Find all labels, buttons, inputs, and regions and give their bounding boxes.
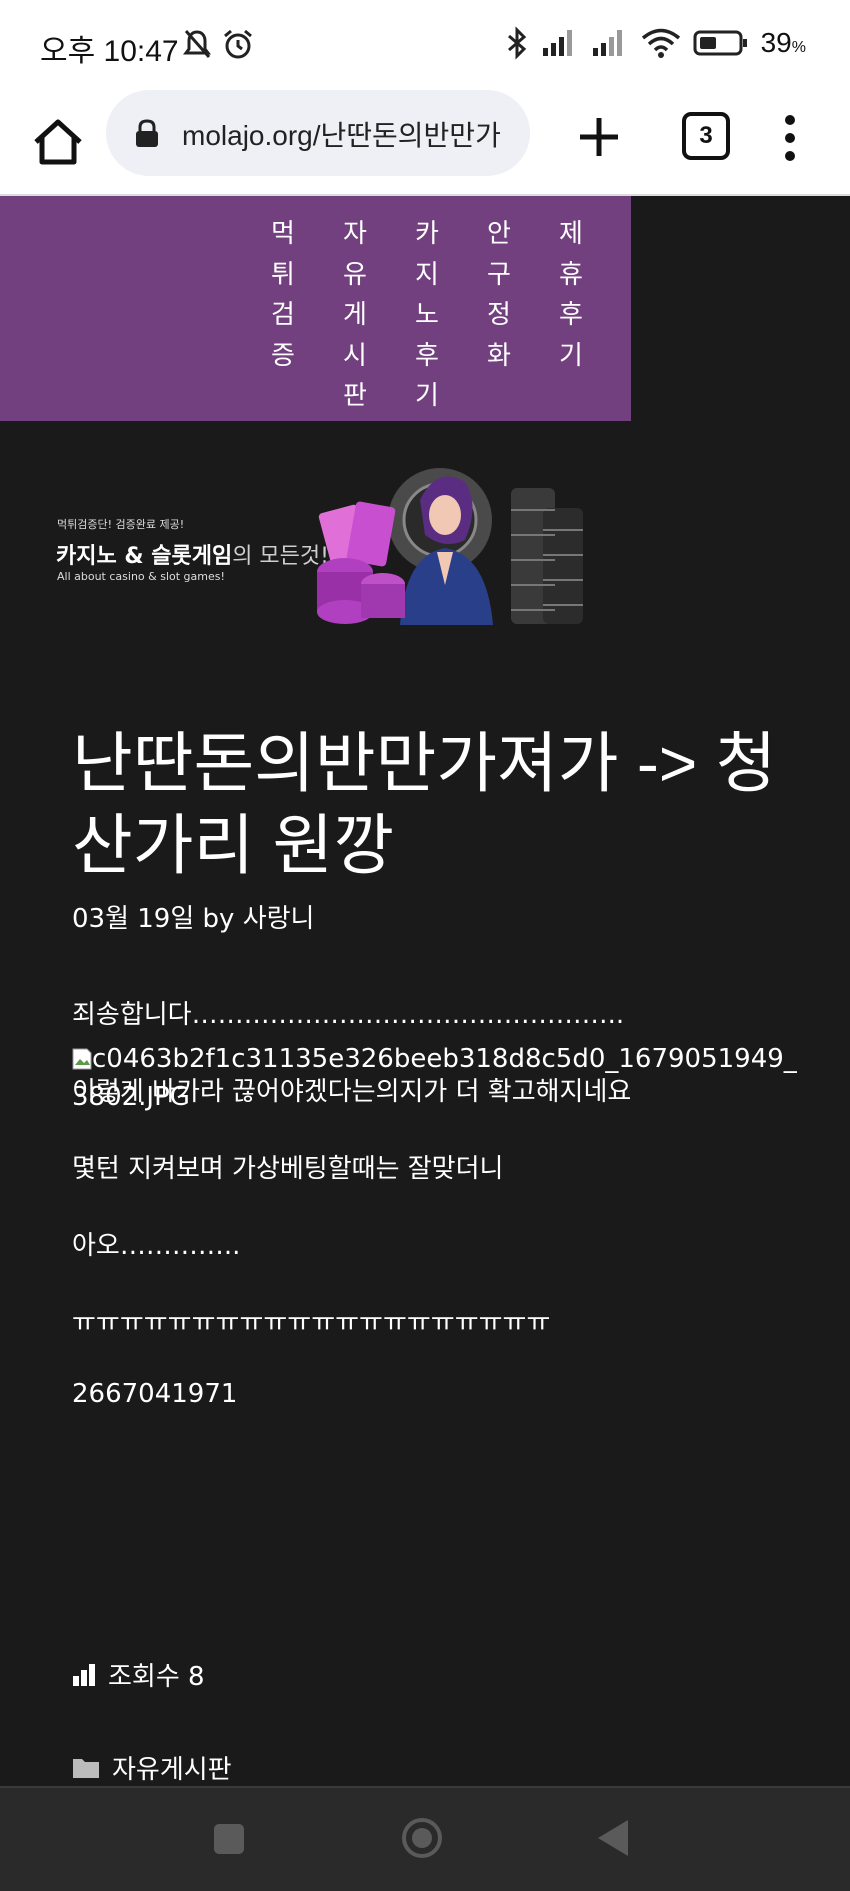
post-article: 난딴돈의반만가져가 -> 청산가리 원깡 03월 19일 by 사랑니 c046… bbox=[0, 676, 850, 1786]
banner-subtitle: All about casino & slot games! bbox=[57, 570, 225, 583]
home-circle-icon[interactable] bbox=[400, 1816, 444, 1860]
nav-item-free-board[interactable]: 자유게시판 bbox=[340, 214, 370, 417]
nav-item-partner-reviews[interactable]: 제휴후기 bbox=[556, 214, 586, 376]
system-navigation-bar bbox=[0, 1786, 850, 1891]
site-nav: 먹튀검증 자유게시판 카지노후기 안구정화 제휴후기 bbox=[0, 196, 631, 421]
status-time: 오후 10:47 bbox=[40, 35, 179, 68]
banner-illustration bbox=[317, 468, 583, 625]
banner-tagline: 먹튀검증단! 검증완료 제공! bbox=[57, 518, 185, 531]
banner-headline: 카지노 & 슬롯게임의 모든것! bbox=[56, 544, 329, 569]
browser-toolbar: molajo.org/난딴돈의반만가 3 bbox=[0, 90, 850, 194]
status-bar: 오후 10:47 39% bbox=[0, 0, 850, 90]
battery-percent: 39% bbox=[760, 27, 806, 58]
url-text[interactable]: molajo.org/난딴돈의반만가 bbox=[182, 114, 522, 154]
wifi-icon bbox=[641, 28, 680, 58]
paragraph: 몇턴 지켜보며 가상베팅할때는 잘맞더니 bbox=[72, 1154, 504, 1184]
nav-item-eye-candy[interactable]: 안구정화 bbox=[484, 214, 514, 376]
folder-icon bbox=[73, 1758, 99, 1778]
recent-apps-icon[interactable] bbox=[212, 1822, 246, 1856]
post-title: 난딴돈의반만가져가 -> 청산가리 원깡 bbox=[72, 726, 777, 882]
home-icon[interactable] bbox=[28, 112, 88, 172]
signal-icon-1 bbox=[542, 30, 572, 56]
mute-notifications-icon bbox=[183, 30, 211, 58]
tab-switcher-button[interactable]: 3 bbox=[682, 112, 730, 160]
nav-item-verification[interactable]: 먹튀검증 bbox=[268, 214, 298, 376]
new-tab-icon[interactable] bbox=[574, 112, 624, 162]
site-banner[interactable]: 먹튀검증단! 검증완료 제공! 카지노 & 슬롯게임의 모든것! All abo… bbox=[50, 460, 610, 630]
address-bar[interactable]: molajo.org/난딴돈의반만가 bbox=[106, 90, 530, 176]
more-menu-icon[interactable] bbox=[780, 110, 800, 166]
lock-icon bbox=[136, 119, 158, 147]
paragraph: 아오………….. bbox=[72, 1231, 241, 1261]
bluetooth-icon bbox=[507, 26, 526, 60]
paragraph: 2667041971 bbox=[72, 1379, 238, 1409]
broken-image-icon bbox=[72, 1048, 92, 1070]
paragraph: 이렇게 바카라 끊어야겠다는의지가 더 확고해지네요 bbox=[72, 1077, 632, 1107]
signal-icon-2 bbox=[592, 30, 622, 56]
view-count: 조회수 8 bbox=[72, 1656, 205, 1693]
battery-icon bbox=[693, 30, 747, 56]
paragraph: ㅠㅠㅠㅠㅠㅠㅠㅠㅠㅠㅠㅠㅠㅠㅠㅠㅠㅠㅠㅠ bbox=[72, 1308, 551, 1338]
alarm-icon bbox=[224, 29, 252, 59]
post-meta: 03월 19일 by 사랑니 bbox=[72, 904, 315, 934]
post-category[interactable]: 자유게시판 bbox=[72, 1749, 232, 1786]
paragraph: 죄송합니다………………………………………….. bbox=[72, 1000, 625, 1030]
bar-chart-icon bbox=[73, 1663, 95, 1686]
back-icon[interactable] bbox=[596, 1818, 630, 1858]
nav-item-casino-reviews[interactable]: 카지노후기 bbox=[412, 214, 442, 417]
